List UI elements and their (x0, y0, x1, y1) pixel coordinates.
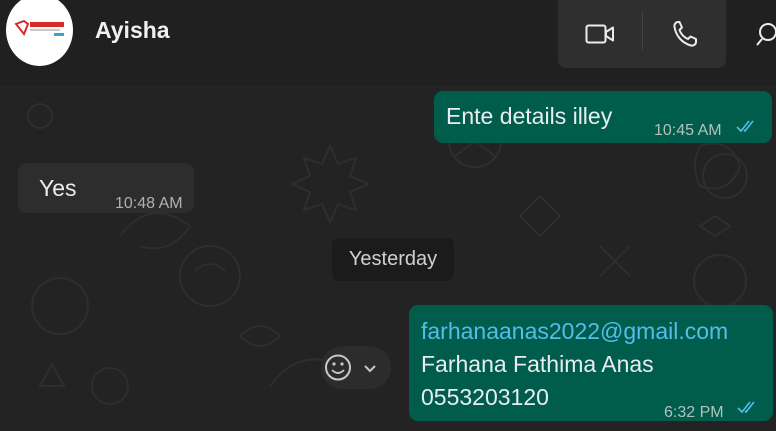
video-call-button[interactable] (558, 0, 642, 68)
video-call-icon (585, 24, 614, 44)
search-button[interactable] (748, 12, 776, 56)
message-text-line: 0553203120 (421, 384, 549, 410)
message-list[interactable]: Ente details illey 10:45 AM Yes 10:48 AM… (0, 86, 776, 431)
contact-avatar[interactable] (6, 0, 73, 66)
voice-call-icon (673, 21, 697, 47)
message-text-line: Farhana Fathima Anas (421, 351, 654, 377)
date-divider: Yesterday (332, 238, 454, 281)
chat-header: Ayisha (0, 0, 776, 86)
chevron-down-icon (364, 365, 376, 373)
search-icon (756, 23, 776, 46)
call-button-group (558, 0, 726, 68)
message-time: 6:32 PM (664, 404, 724, 421)
reaction-button[interactable] (321, 346, 391, 389)
double-check-icon (737, 401, 755, 414)
message-time: 10:48 AM (115, 195, 183, 212)
message-bubble-outgoing[interactable]: Ente details illey 10:45 AM (434, 91, 772, 143)
voice-call-button[interactable] (643, 0, 727, 68)
message-time: 10:45 AM (654, 122, 722, 139)
message-text: Yes (39, 175, 77, 201)
message-text: Ente details illey (446, 103, 613, 129)
message-bubble-incoming[interactable]: Yes 10:48 AM (18, 163, 194, 213)
contact-name[interactable]: Ayisha (95, 17, 170, 44)
redteam-logo (14, 19, 64, 36)
message-bubble-outgoing[interactable]: farhanaanas2022@gmail.com Farhana Fathim… (409, 305, 773, 421)
double-check-icon (736, 120, 754, 133)
emoji-icon (325, 354, 376, 381)
message-email-link[interactable]: farhanaanas2022@gmail.com (421, 315, 728, 347)
